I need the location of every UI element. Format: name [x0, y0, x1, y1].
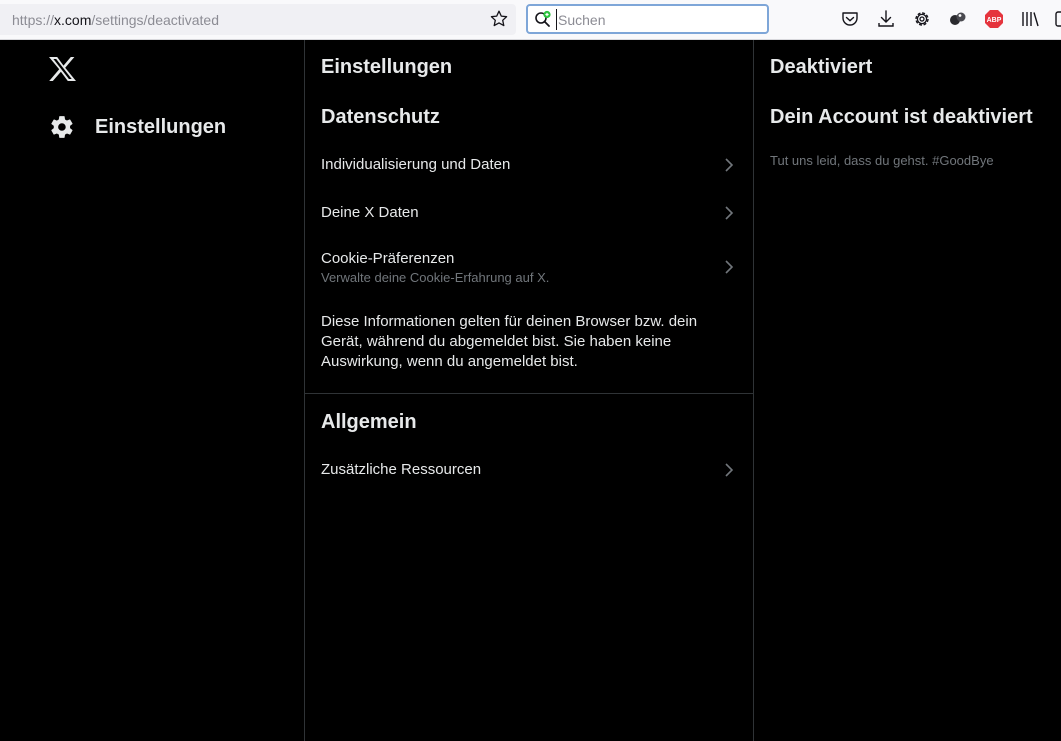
row-your-data[interactable]: Deine X Daten — [305, 190, 753, 236]
row-label: Individualisierung und Daten — [321, 156, 511, 173]
search-icon — [535, 10, 551, 27]
settings-column: Einstellungen Datenschutz Individualisie… — [304, 40, 754, 741]
nav-column: Einstellungen — [0, 40, 304, 741]
chevron-right-icon — [725, 206, 734, 220]
row-sublabel: Verwalte deine Cookie-Erfahrung auf X. — [321, 270, 550, 285]
general-heading: Allgemein — [321, 411, 417, 433]
url-path: /settings/deactivated — [91, 12, 220, 28]
pocket-icon[interactable] — [840, 9, 860, 29]
x-logo-icon[interactable] — [48, 56, 77, 82]
section-divider — [305, 393, 753, 394]
settings-title: Einstellungen — [321, 56, 453, 78]
row-additional-resources[interactable]: Zusätzliche Ressourcen — [305, 446, 753, 494]
chevron-right-icon — [725, 463, 734, 477]
chevron-right-icon — [725, 158, 734, 172]
gear-icon[interactable] — [912, 9, 932, 29]
library-icon[interactable] — [1020, 9, 1040, 29]
row-label: Cookie-Präferenzen — [321, 250, 455, 267]
sidebar-icon[interactable] — [1054, 9, 1061, 29]
url-host: x.com — [54, 12, 92, 28]
row-personalization[interactable]: Individualisierung und Daten — [305, 140, 753, 190]
detail-heading: Dein Account ist deaktiviert — [770, 106, 1033, 128]
url-prefix: https:// — [12, 12, 55, 28]
detail-column: Deaktiviert Dein Account ist deaktiviert… — [754, 40, 1061, 741]
search-box[interactable] — [526, 4, 769, 34]
chevron-right-icon — [725, 260, 734, 274]
nav-item-label: Einstellungen — [95, 115, 227, 138]
extension-icon[interactable] — [948, 9, 968, 29]
abp-icon[interactable]: ABP — [984, 9, 1004, 29]
browser-toolbar: https://x.com/settings/deactivated ABP — [0, 0, 1061, 40]
row-label: Zusätzliche Ressourcen — [321, 461, 482, 478]
row-cookie-preferences[interactable]: Cookie-Präferenzen Verwalte deine Cookie… — [305, 238, 753, 298]
search-input[interactable] — [556, 9, 756, 30]
gear-icon — [51, 116, 73, 138]
privacy-heading: Datenschutz — [321, 106, 440, 128]
nav-item-settings[interactable]: Einstellungen — [40, 106, 226, 148]
row-label: Deine X Daten — [321, 204, 419, 221]
star-icon[interactable] — [489, 9, 509, 29]
url-text[interactable]: https://x.com/settings/deactivated — [12, 12, 219, 28]
download-icon[interactable] — [876, 9, 896, 29]
detail-title: Deaktiviert — [770, 56, 873, 78]
url-bar[interactable]: https://x.com/settings/deactivated — [0, 4, 516, 35]
privacy-info-text: Diese Informationen gelten für deinen Br… — [321, 313, 698, 370]
abp-label: ABP — [987, 17, 1002, 24]
detail-text: Tut uns leid, dass du gehst. #GoodBye — [770, 153, 994, 168]
